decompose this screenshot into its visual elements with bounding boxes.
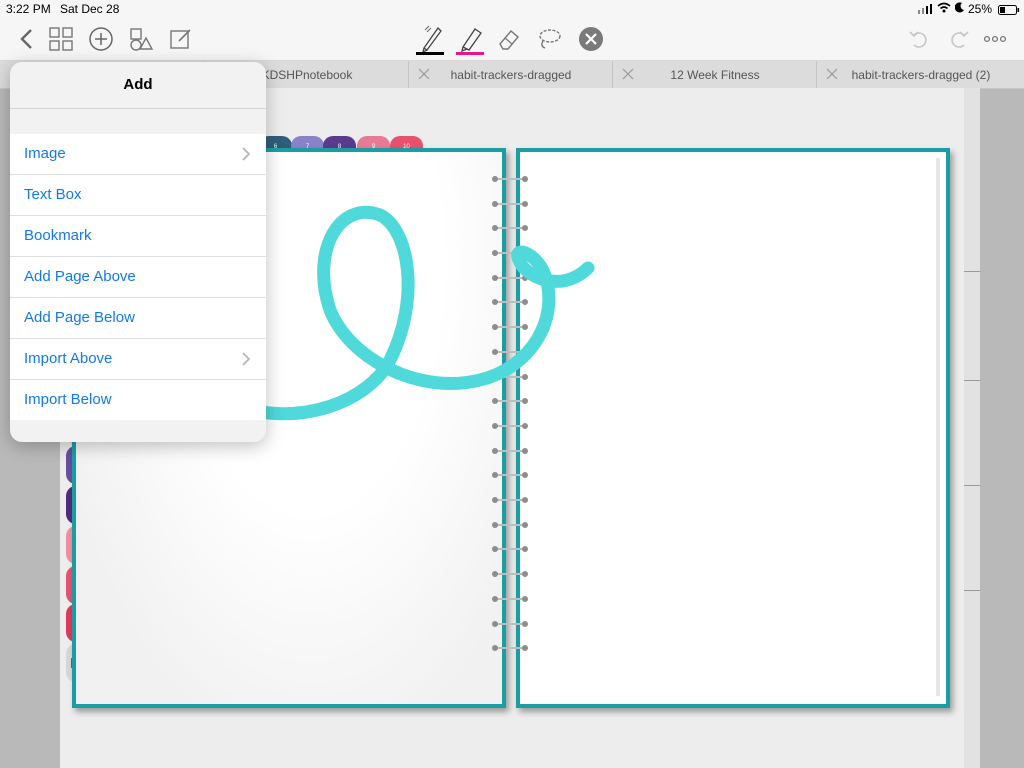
menu-item-label: Text Box: [24, 186, 82, 203]
spiral-ring: [492, 522, 528, 528]
spiral-ring: [492, 645, 528, 651]
pen-tool-icon[interactable]: [414, 20, 446, 58]
spiral-ring: [492, 275, 528, 281]
chevron-right-icon: [242, 147, 250, 161]
divider: [964, 380, 980, 381]
right-notebook-page[interactable]: [516, 148, 950, 708]
tab-label: 12 Week Fitness: [670, 67, 760, 82]
tab-label: habit-trackers-dragged: [450, 67, 572, 82]
spiral-ring: [492, 374, 528, 380]
menu-item-label: Bookmark: [24, 227, 92, 244]
battery-percent: 25%: [968, 2, 993, 16]
divider: [964, 271, 980, 272]
divider: [964, 590, 980, 591]
pen-color-swatch: [416, 52, 444, 55]
menu-item-label: Import Below: [24, 391, 112, 408]
highlighter-icon[interactable]: [454, 20, 486, 58]
status-date: Sat Dec 28: [60, 2, 120, 16]
lasso-icon[interactable]: [534, 24, 564, 54]
close-circle-icon[interactable]: [576, 24, 606, 54]
back-chevron-icon[interactable]: [12, 24, 42, 54]
add-menu: Image Text Box Bookmark Add Page Above A…: [10, 134, 266, 420]
spiral-ring: [492, 250, 528, 256]
popover-title: Add: [123, 76, 153, 93]
undo-icon[interactable]: [904, 24, 934, 54]
status-time: 3:22 PM: [6, 2, 51, 16]
shapes-icon[interactable]: [126, 24, 156, 54]
status-bar: 3:22 PM Sat Dec 28 25%: [0, 0, 1024, 18]
tab-12-week-fitness[interactable]: 12 Week Fitness: [612, 61, 817, 88]
menu-item-import-above[interactable]: Import Above: [10, 339, 266, 380]
divider: [964, 485, 980, 486]
spiral-ring: [492, 201, 528, 207]
spiral-ring: [492, 423, 528, 429]
grid-view-icon[interactable]: [46, 24, 76, 54]
chevron-right-icon: [242, 352, 250, 366]
menu-item-label: Import Above: [24, 350, 113, 367]
menu-item-label: Image: [24, 145, 66, 162]
close-tab-icon[interactable]: [825, 67, 839, 81]
spiral-ring: [492, 621, 528, 627]
menu-item-text-box[interactable]: Text Box: [10, 175, 266, 216]
spiral-ring: [492, 448, 528, 454]
menu-item-label: Add Page Above: [24, 268, 136, 285]
spiral-ring: [492, 349, 528, 355]
spiral-ring: [492, 324, 528, 330]
menu-item-add-page-below[interactable]: Add Page Below: [10, 298, 266, 339]
add-popover: Add Image Text Box Bookmark Add Page Abo…: [10, 62, 266, 442]
battery-icon: [998, 4, 1020, 18]
edit-icon[interactable]: [166, 24, 196, 54]
close-tab-icon[interactable]: [621, 67, 635, 81]
spiral-ring: [492, 225, 528, 231]
wifi-icon: [937, 2, 951, 16]
spiral-ring: [492, 571, 528, 577]
tab-label: KDSHPnotebook: [261, 67, 353, 82]
tab-habit-trackers-dragged-2[interactable]: habit-trackers-dragged (2): [816, 61, 1024, 88]
tab-habit-trackers-dragged[interactable]: habit-trackers-dragged: [408, 61, 613, 88]
spiral-ring: [492, 497, 528, 503]
moon-icon: [954, 2, 965, 16]
menu-item-label: Add Page Below: [24, 309, 135, 326]
tab-label: habit-trackers-dragged (2): [851, 67, 991, 82]
add-circle-icon[interactable]: [86, 24, 116, 54]
menu-item-import-below[interactable]: Import Below: [10, 380, 266, 420]
spiral-ring: [492, 176, 528, 182]
signal-icon: [918, 3, 932, 17]
menu-item-image[interactable]: Image: [10, 134, 266, 175]
eraser-icon[interactable]: [494, 24, 524, 54]
menu-item-add-page-above[interactable]: Add Page Above: [10, 257, 266, 298]
page-edge: [964, 88, 980, 768]
spiral-ring: [492, 546, 528, 552]
more-icon[interactable]: [980, 24, 1010, 54]
spiral-ring: [492, 472, 528, 478]
divider: [10, 108, 266, 109]
spiral-ring: [492, 596, 528, 602]
menu-item-bookmark[interactable]: Bookmark: [10, 216, 266, 257]
spiral-ring: [492, 299, 528, 305]
close-tab-icon[interactable]: [417, 67, 431, 81]
redo-icon[interactable]: [944, 24, 974, 54]
toolbar: [0, 18, 1024, 61]
spiral-ring: [492, 398, 528, 404]
